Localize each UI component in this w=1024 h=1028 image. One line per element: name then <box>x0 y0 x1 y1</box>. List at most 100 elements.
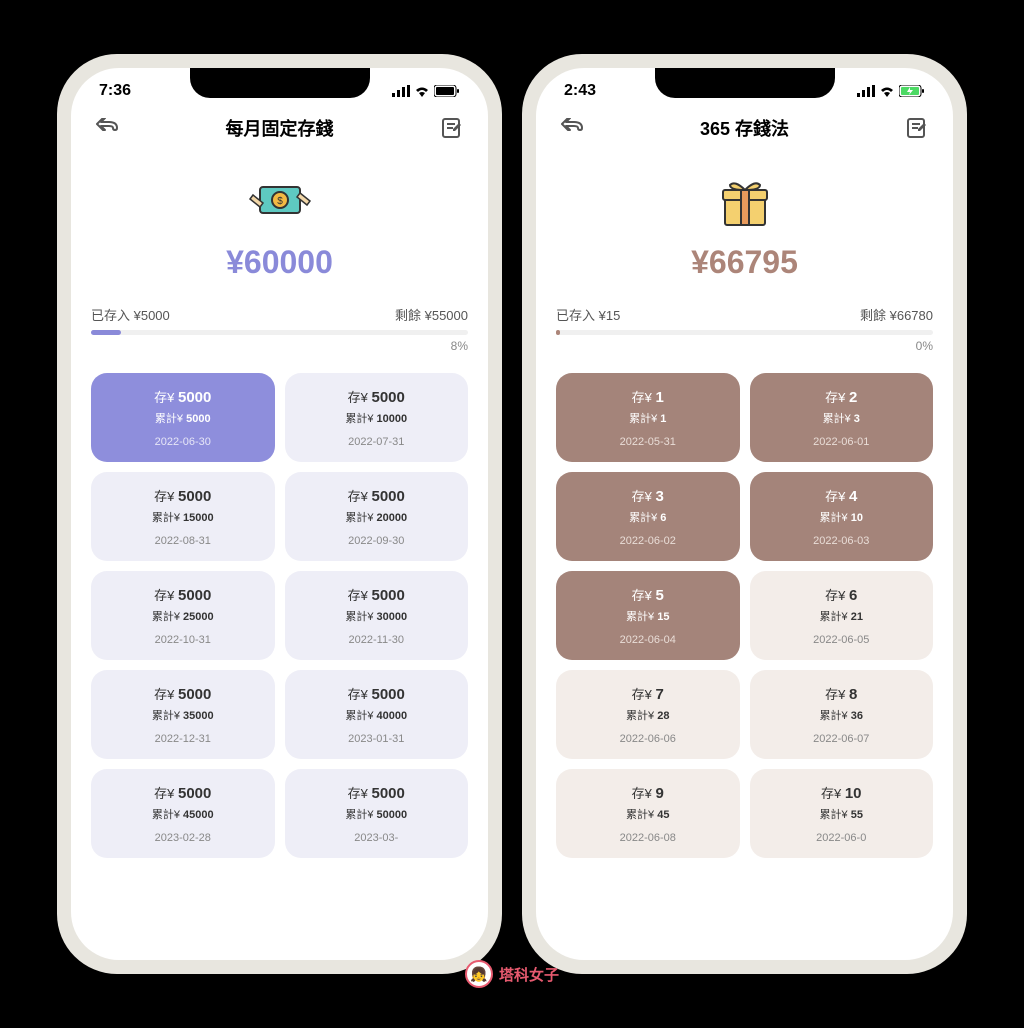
savings-card[interactable]: 存¥ 5000 累計¥ 25000 2022-10-31 <box>91 571 275 660</box>
edit-button[interactable] <box>436 112 468 144</box>
nav-bar: 365 存錢法 <box>536 104 953 152</box>
status-time: 7:36 <box>99 82 131 100</box>
savings-card[interactable]: 存¥ 4累計¥ 102022-06-03 <box>750 472 934 561</box>
savings-card[interactable]: 存¥ 3 累計¥ 6 2022-06-02 <box>556 472 740 561</box>
remain-label: 剩餘 ¥66780 <box>860 305 933 324</box>
edit-icon <box>441 117 463 139</box>
notch <box>655 68 835 98</box>
card-date: 2022-09-30 <box>293 535 461 547</box>
cumulative-line: 累計¥ 36 <box>758 707 926 723</box>
deposit-line: 存¥ 5000 <box>99 783 267 802</box>
savings-card[interactable]: 存¥ 5000累計¥ 150002022-08-31 <box>91 472 275 561</box>
deposit-line: 存¥ 5000 <box>99 585 267 604</box>
card-date: 2022-07-31 <box>293 436 461 448</box>
savings-card[interactable]: 存¥ 5000累計¥ 300002022-11-30 <box>285 571 469 660</box>
card-date: 2022-06-30 <box>99 436 267 448</box>
watermark: 👧 塔科女子 <box>465 960 559 988</box>
card-date: 2022-06-04 <box>564 634 732 646</box>
progress-section: 已存入 ¥15 剩餘 ¥66780 0% <box>536 291 953 363</box>
deposit-line: 存¥ 1 <box>564 387 732 406</box>
card-date: 2022-06-06 <box>564 733 732 745</box>
deposit-line: 存¥ 5000 <box>99 486 267 505</box>
savings-card[interactable]: 存¥ 5000累計¥ 200002022-09-30 <box>285 472 469 561</box>
savings-card[interactable]: 存¥ 8累計¥ 362022-06-07 <box>750 670 934 759</box>
savings-card[interactable]: 存¥ 5000累計¥ 100002022-07-31 <box>285 373 469 462</box>
goal-amount: ¥66795 <box>536 244 953 281</box>
card-date: 2022-06-02 <box>564 535 732 547</box>
cumulative-line: 累計¥ 6 <box>564 509 732 525</box>
savings-card[interactable]: 存¥ 5000累計¥ 500002023-03- <box>285 769 469 858</box>
cumulative-line: 累計¥ 50000 <box>293 806 461 822</box>
deposit-line: 存¥ 9 <box>564 783 732 802</box>
savings-card[interactable]: 存¥ 5000累計¥ 450002023-02-28 <box>91 769 275 858</box>
wifi-icon <box>414 85 430 97</box>
cumulative-line: 累計¥ 25000 <box>99 608 267 624</box>
card-date: 2022-06-01 <box>758 436 926 448</box>
savings-card[interactable]: 存¥ 1累計¥ 12022-05-31 <box>556 373 740 462</box>
cumulative-line: 累計¥ 10000 <box>293 410 461 426</box>
card-date: 2022-06-03 <box>758 535 926 547</box>
back-button[interactable] <box>556 112 588 144</box>
savings-card[interactable]: 存¥ 9 累計¥ 45 2022-06-08 <box>556 769 740 858</box>
signal-icon <box>392 85 410 97</box>
edit-button[interactable] <box>901 112 933 144</box>
back-icon <box>95 118 119 138</box>
deposit-line: 存¥ 5 <box>564 585 732 604</box>
saved-label: 已存入 ¥5000 <box>91 305 170 324</box>
cumulative-line: 累計¥ 21 <box>758 608 926 624</box>
progress-bar <box>556 330 933 335</box>
savings-card[interactable]: 存¥ 5累計¥ 152022-06-04 <box>556 571 740 660</box>
savings-card[interactable]: 存¥ 6累計¥ 212022-06-05 <box>750 571 934 660</box>
progress-fill <box>556 330 560 335</box>
cumulative-line: 累計¥ 5000 <box>99 410 267 426</box>
savings-card[interactable]: 存¥ 7累計¥ 282022-06-06 <box>556 670 740 759</box>
remain-label: 剩餘 ¥55000 <box>395 305 468 324</box>
card-date: 2022-05-31 <box>564 436 732 448</box>
card-date: 2023-03- <box>293 832 461 844</box>
nav-bar: 每月固定存錢 <box>71 104 488 152</box>
card-date: 2022-11-30 <box>293 634 461 646</box>
deposit-line: 存¥ 6 <box>758 585 926 604</box>
phone-frame-left: 7:36 每月固定存錢 $ ¥60000 已存入 ¥5000 <box>57 54 502 974</box>
card-date: 2022-10-31 <box>99 634 267 646</box>
progress-percent: 0% <box>556 339 933 353</box>
cumulative-line: 累計¥ 45000 <box>99 806 267 822</box>
deposit-line: 存¥ 5000 <box>293 684 461 703</box>
savings-card[interactable]: 存¥ 5000累計¥ 350002022-12-31 <box>91 670 275 759</box>
card-date: 2022-08-31 <box>99 535 267 547</box>
progress-section: 已存入 ¥5000 剩餘 ¥55000 8% <box>71 291 488 363</box>
savings-card[interactable]: 存¥ 10累計¥ 552022-06-0 <box>750 769 934 858</box>
cumulative-line: 累計¥ 45 <box>564 806 732 822</box>
cards-grid-right: 存¥ 1累計¥ 12022-05-31存¥ 2累計¥ 32022-06-01存¥… <box>536 363 953 868</box>
cumulative-line: 累計¥ 3 <box>758 410 926 426</box>
deposit-line: 存¥ 4 <box>758 486 926 505</box>
screen-left: 7:36 每月固定存錢 $ ¥60000 已存入 ¥5000 <box>71 68 488 960</box>
screen-right: 2:43 365 存錢法 ¥66795 已存入 ¥15 <box>536 68 953 960</box>
nav-title: 365 存錢法 <box>700 115 789 141</box>
progress-fill <box>91 330 121 335</box>
deposit-line: 存¥ 5000 <box>293 486 461 505</box>
back-icon <box>560 118 584 138</box>
goal-amount: ¥60000 <box>71 244 488 281</box>
cards-grid-left: 存¥ 5000 累計¥ 5000 2022-06-30 存¥ 5000 累計¥ 1000… <box>71 363 488 868</box>
savings-card[interactable]: 存¥ 5000 累計¥ 5000 2022-06-30 <box>91 373 275 462</box>
gift-icon <box>710 172 780 232</box>
savings-card[interactable]: 存¥ 2累計¥ 32022-06-01 <box>750 373 934 462</box>
nav-title: 每月固定存錢 <box>226 115 334 141</box>
savings-card[interactable]: 存¥ 5000累計¥ 400002023-01-31 <box>285 670 469 759</box>
money-icon: $ <box>245 172 315 232</box>
notch <box>190 68 370 98</box>
status-icons <box>857 85 925 97</box>
card-date: 2022-06-07 <box>758 733 926 745</box>
svg-text:$: $ <box>277 196 283 207</box>
cumulative-line: 累計¥ 55 <box>758 806 926 822</box>
card-date: 2022-12-31 <box>99 733 267 745</box>
card-date: 2022-06-08 <box>564 832 732 844</box>
watermark-avatar: 👧 <box>465 960 493 988</box>
edit-icon <box>906 117 928 139</box>
status-icons <box>392 85 460 97</box>
back-button[interactable] <box>91 112 123 144</box>
signal-icon <box>857 85 875 97</box>
deposit-line: 存¥ 5000 <box>99 387 267 406</box>
deposit-line: 存¥ 3 <box>564 486 732 505</box>
